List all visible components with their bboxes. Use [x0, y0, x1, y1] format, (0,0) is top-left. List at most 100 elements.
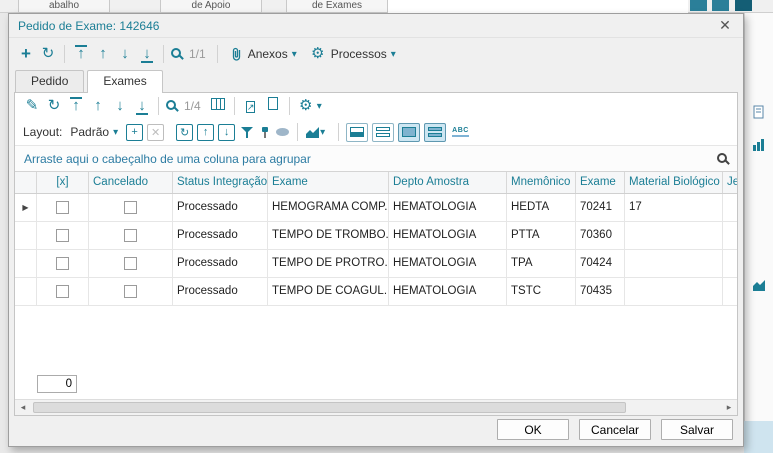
- spellcheck-icon[interactable]: ABC: [452, 127, 469, 137]
- column-header-depto[interactable]: Depto Amostra: [389, 172, 507, 193]
- chart-icon[interactable]: [752, 278, 766, 292]
- column-header-status[interactable]: Status Integração: [173, 172, 268, 193]
- pin-icon[interactable]: [260, 126, 270, 139]
- chart-icon[interactable]: [752, 138, 766, 152]
- column-header-cancelado[interactable]: Cancelado: [89, 172, 173, 193]
- save-button[interactable]: Salvar: [661, 419, 733, 440]
- reset-layout-icon[interactable]: ↻: [176, 123, 194, 141]
- last-row-icon[interactable]: ↓: [131, 96, 153, 116]
- next-record-icon[interactable]: ↓: [114, 44, 136, 64]
- view-toggle-single[interactable]: [346, 122, 369, 142]
- column-header-x[interactable]: [x]: [37, 172, 89, 193]
- ok-button[interactable]: OK: [497, 419, 569, 440]
- cell-depto: HEMATOLOGIA: [389, 222, 507, 249]
- first-record-icon[interactable]: ↑: [70, 44, 92, 64]
- cell-cancelado: [89, 250, 173, 277]
- column-chooser-icon[interactable]: [207, 96, 229, 116]
- chevron-down-icon: ▾: [390, 48, 396, 60]
- group-by-bar[interactable]: Arraste aqui o cabeçalho de uma coluna p…: [15, 146, 737, 172]
- column-header-je[interactable]: Je: [723, 172, 737, 193]
- dialog-title: Pedido de Exame: 142646: [18, 18, 160, 33]
- anexos-menu[interactable]: Anexos ▾: [229, 46, 303, 62]
- background-tab-partial[interactable]: abalho: [18, 0, 110, 13]
- scrollbar-track[interactable]: [31, 400, 721, 415]
- cell-material: [625, 250, 723, 277]
- group-by-text: Arraste aqui o cabeçalho de uma coluna p…: [24, 151, 311, 166]
- table-row[interactable]: Processado TEMPO DE TROMBO... HEMATOLOGI…: [15, 222, 737, 250]
- refresh-icon[interactable]: ↻: [43, 96, 65, 116]
- checkbox-x[interactable]: [56, 257, 69, 270]
- edit-icon[interactable]: ✎: [21, 96, 43, 116]
- column-header-exame[interactable]: Exame: [268, 172, 389, 193]
- checkbox-cancelado[interactable]: [124, 285, 137, 298]
- view-toggle-panel[interactable]: [398, 122, 421, 142]
- previous-record-icon[interactable]: ↑: [92, 44, 114, 64]
- checkbox-cancelado[interactable]: [124, 229, 137, 242]
- upload-layout-icon[interactable]: ↑: [197, 123, 215, 141]
- chevron-down-icon[interactable]: ▾: [317, 101, 322, 112]
- search-icon[interactable]: [166, 99, 176, 113]
- window-button-icon[interactable]: [735, 0, 752, 11]
- table-row[interactable]: ▶ Processado HEMOGRAMA COMP... HEMATOLOG…: [15, 194, 737, 222]
- delete-layout-icon[interactable]: ✕: [147, 123, 165, 141]
- checkbox-x[interactable]: [56, 285, 69, 298]
- row-pager: 1/4: [184, 99, 201, 113]
- refresh-icon[interactable]: ↻: [37, 44, 59, 64]
- tab-pedido[interactable]: Pedido: [15, 70, 85, 92]
- window-button-icon[interactable]: [712, 0, 729, 11]
- tab-exames[interactable]: Exames: [87, 70, 163, 93]
- download-layout-icon[interactable]: ↓: [218, 123, 236, 141]
- area-chart-icon: [306, 126, 320, 138]
- column-header-exame-cod[interactable]: Exame: [576, 172, 625, 193]
- table-row[interactable]: Processado TEMPO DE PROTRO... HEMATOLOGI…: [15, 250, 737, 278]
- last-record-icon[interactable]: ↓: [136, 44, 158, 64]
- background-tab-apoio[interactable]: de Apoio: [160, 0, 262, 13]
- checkbox-x[interactable]: [56, 229, 69, 242]
- gear-icon[interactable]: ⚙: [295, 96, 317, 116]
- table-row[interactable]: Processado TEMPO DE COAGUL... HEMATOLOGI…: [15, 278, 737, 306]
- previous-row-icon[interactable]: ↑: [87, 96, 109, 116]
- scroll-right-icon[interactable]: ▸: [721, 400, 737, 415]
- column-header-material[interactable]: Material Biológico: [625, 172, 723, 193]
- window-button-icon[interactable]: [690, 0, 707, 11]
- cell-codigo: 70360: [576, 222, 625, 249]
- cancel-button[interactable]: Cancelar: [579, 419, 651, 440]
- close-icon[interactable]: ✕: [716, 17, 734, 34]
- checkbox-cancelado[interactable]: [124, 201, 137, 214]
- scrollbar-thumb[interactable]: [33, 402, 627, 413]
- gear-icon: ⚙: [311, 45, 325, 62]
- cell-je: [723, 278, 737, 305]
- filter-icon[interactable]: [240, 126, 254, 139]
- row-indicator: ▶: [15, 194, 37, 221]
- processos-menu[interactable]: ⚙ Processos ▾: [309, 44, 402, 64]
- next-row-icon[interactable]: ↓: [109, 96, 131, 116]
- cell-material: [625, 222, 723, 249]
- background-tab-exames[interactable]: de Exames: [286, 0, 388, 13]
- row-indicator: [15, 222, 37, 249]
- add-icon[interactable]: +: [15, 44, 37, 64]
- export-icon[interactable]: ↗: [240, 96, 262, 116]
- document-icon[interactable]: [262, 96, 284, 116]
- counter-input[interactable]: [37, 375, 77, 393]
- checkbox-x[interactable]: [56, 201, 69, 214]
- cell-depto: HEMATOLOGIA: [389, 194, 507, 221]
- add-layout-icon[interactable]: +: [126, 123, 144, 141]
- row-indicator: [15, 250, 37, 277]
- cell-codigo: 70424: [576, 250, 625, 277]
- document-icon[interactable]: [752, 105, 766, 119]
- scroll-left-icon[interactable]: ◂: [15, 400, 31, 415]
- horizontal-scrollbar[interactable]: ◂ ▸: [15, 399, 737, 415]
- view-toggle-split[interactable]: [372, 122, 395, 142]
- clear-icon[interactable]: [276, 128, 290, 136]
- current-row-icon: ▶: [22, 203, 29, 212]
- checkbox-cancelado[interactable]: [124, 257, 137, 270]
- search-icon[interactable]: [171, 47, 181, 61]
- cell-exame: TEMPO DE COAGUL...: [268, 278, 389, 305]
- first-row-icon[interactable]: ↑: [65, 96, 87, 116]
- find-icon[interactable]: [717, 152, 727, 166]
- chart-menu[interactable]: ▾: [305, 126, 331, 139]
- view-toggle-rows[interactable]: [424, 122, 447, 142]
- row-indicator-header: [15, 172, 37, 193]
- column-header-mnemonico[interactable]: Mnemônico: [507, 172, 576, 193]
- layout-dropdown[interactable]: Padrão ▾: [66, 125, 124, 139]
